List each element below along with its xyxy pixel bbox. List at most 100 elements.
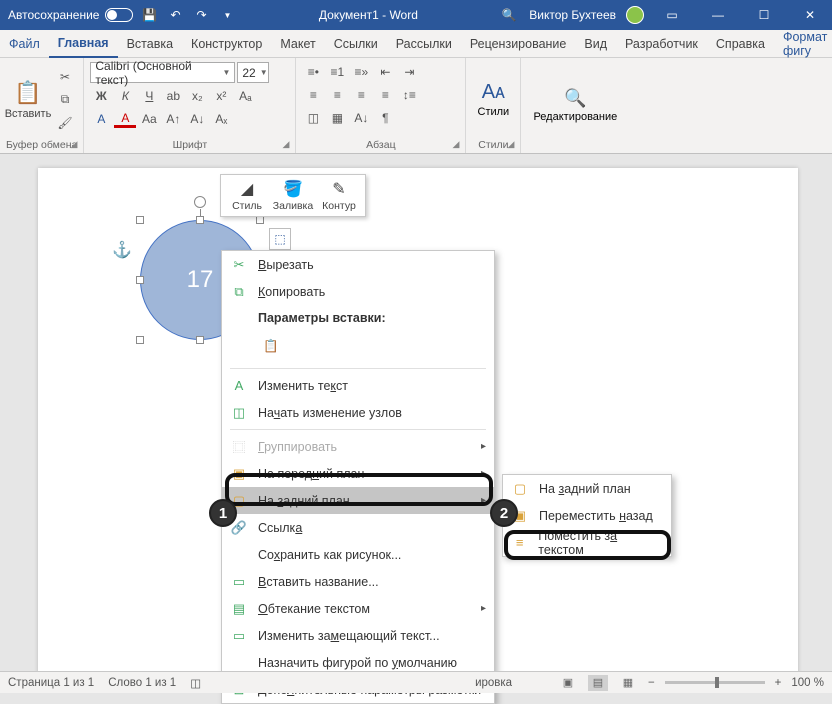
ctx-cut[interactable]: ✂Вырезать bbox=[222, 251, 494, 278]
strike-icon[interactable]: ab bbox=[162, 86, 184, 106]
maximize-icon[interactable]: ☐ bbox=[746, 0, 782, 30]
font-launcher-icon[interactable]: ◢ bbox=[282, 139, 289, 150]
tab-developer[interactable]: Разработчик bbox=[616, 30, 707, 58]
format-painter-icon[interactable]: 🖌 bbox=[54, 113, 76, 133]
save-icon[interactable]: 💾 bbox=[139, 5, 159, 25]
tab-references[interactable]: Ссылки bbox=[325, 30, 387, 58]
copy-icon[interactable]: ⧉ bbox=[54, 90, 76, 110]
layout-options-button[interactable]: ⬚ bbox=[269, 228, 291, 250]
status-language-icon[interactable]: ◫ bbox=[190, 676, 201, 690]
tab-mailings[interactable]: Рассылки bbox=[387, 30, 461, 58]
close-icon[interactable]: ✕ bbox=[792, 0, 828, 30]
zoom-out-button[interactable]: − bbox=[648, 677, 655, 689]
grow-font-icon[interactable]: A↑ bbox=[162, 109, 184, 129]
layout-options-icon: ⬚ bbox=[274, 232, 285, 246]
align-left-icon[interactable]: ≡ bbox=[302, 85, 324, 105]
styles-button[interactable]: Aᴀ Стили bbox=[472, 62, 514, 137]
paragraph-launcher-icon[interactable]: ◢ bbox=[452, 139, 459, 150]
clear-formatting-icon[interactable]: Aₓ bbox=[210, 109, 232, 129]
line-spacing-icon[interactable]: ↕≡ bbox=[398, 85, 420, 105]
align-right-icon[interactable]: ≡ bbox=[350, 85, 372, 105]
shrink-font-icon[interactable]: A↓ bbox=[186, 109, 208, 129]
show-marks-icon[interactable]: ¶ bbox=[374, 108, 396, 128]
ribbon-options-icon[interactable]: ▭ bbox=[654, 0, 690, 30]
superscript-icon[interactable]: x² bbox=[210, 86, 232, 106]
ctx-alt-text[interactable]: ▭Изменить замещающий текст... bbox=[222, 622, 494, 649]
mini-outline-button[interactable]: ✎ Контур bbox=[317, 179, 361, 212]
tab-home[interactable]: Главная bbox=[49, 30, 118, 58]
multilevel-icon[interactable]: ≡» bbox=[350, 62, 372, 82]
ctx-edit-points[interactable]: ◫Начать изменение узлов bbox=[222, 399, 494, 426]
clipboard-launcher-icon[interactable]: ◢ bbox=[70, 139, 77, 150]
resize-handle[interactable] bbox=[136, 336, 144, 344]
tab-insert[interactable]: Вставка bbox=[118, 30, 182, 58]
mini-fill-button[interactable]: 🪣 Заливка bbox=[271, 179, 315, 212]
user-avatar-icon[interactable] bbox=[626, 6, 644, 24]
styles-launcher-icon[interactable]: ◢ bbox=[507, 139, 514, 150]
numbering-icon[interactable]: ≡1 bbox=[326, 62, 348, 82]
editing-button[interactable]: 🔍 Редактирование bbox=[527, 62, 623, 149]
cut-icon[interactable]: ✂ bbox=[54, 67, 76, 87]
tab-shape-format[interactable]: Формат фигу bbox=[774, 30, 832, 58]
ctx-save-picture[interactable]: Сохранить как рисунок... bbox=[222, 541, 494, 568]
autosave-toggle[interactable]: Автосохранение bbox=[8, 8, 133, 22]
search-icon[interactable]: 🔍 bbox=[499, 5, 519, 25]
minimize-icon[interactable]: — bbox=[700, 0, 736, 30]
zoom-slider[interactable] bbox=[665, 681, 765, 684]
sub-behind-text[interactable]: ≡Поместить за текстом bbox=[503, 529, 671, 556]
resize-handle[interactable] bbox=[256, 216, 264, 224]
underline-icon[interactable]: Ч bbox=[138, 86, 160, 106]
sub-send-back[interactable]: ▢На задний план bbox=[503, 475, 671, 502]
ctx-bring-front[interactable]: ▣На передний план▸ bbox=[222, 460, 494, 487]
undo-icon[interactable]: ↶ bbox=[165, 5, 185, 25]
status-page[interactable]: Страница 1 из 1 bbox=[8, 677, 94, 689]
font-name-combo[interactable]: Calibri (Основной текст)▼ bbox=[90, 62, 235, 83]
rotate-handle-icon[interactable] bbox=[194, 196, 206, 208]
resize-handle[interactable] bbox=[136, 276, 144, 284]
resize-handle[interactable] bbox=[136, 216, 144, 224]
qat-dropdown-icon[interactable]: ▼ bbox=[217, 5, 237, 25]
highlight-icon[interactable]: A bbox=[90, 109, 112, 129]
ctx-wrap-text[interactable]: ▤Обтекание текстом▸ bbox=[222, 595, 494, 622]
change-case-icon[interactable]: Aa bbox=[138, 109, 160, 129]
tab-help[interactable]: Справка bbox=[707, 30, 774, 58]
ctx-send-back[interactable]: ▢На задний план▸ bbox=[222, 487, 494, 514]
subscript-icon[interactable]: x₂ bbox=[186, 86, 208, 106]
tab-view[interactable]: Вид bbox=[575, 30, 616, 58]
borders-icon[interactable]: ▦ bbox=[326, 108, 348, 128]
view-focus-icon[interactable]: ▣ bbox=[558, 675, 578, 691]
text-effects-icon[interactable]: Aₐ bbox=[234, 86, 256, 106]
align-center-icon[interactable]: ≡ bbox=[326, 85, 348, 105]
resize-handle[interactable] bbox=[196, 336, 204, 344]
tab-layout[interactable]: Макет bbox=[271, 30, 324, 58]
ctx-copy[interactable]: ⧉Копировать bbox=[222, 278, 494, 305]
sort-icon[interactable]: A↓ bbox=[350, 108, 372, 128]
resize-handle[interactable] bbox=[196, 216, 204, 224]
paste-option-icon[interactable]: 📋 bbox=[258, 333, 284, 359]
user-name[interactable]: Виктор Бухтеев bbox=[529, 8, 616, 22]
tab-review[interactable]: Рецензирование bbox=[461, 30, 576, 58]
status-words[interactable]: Слово 1 из 1 bbox=[108, 677, 176, 689]
view-print-icon[interactable]: ▤ bbox=[588, 675, 608, 691]
font-size-combo[interactable]: 22▼ bbox=[237, 62, 269, 83]
font-color-icon[interactable]: A bbox=[114, 111, 136, 128]
increase-indent-icon[interactable]: ⇥ bbox=[398, 62, 420, 82]
ctx-edit-text[interactable]: AИзменить текст bbox=[222, 372, 494, 399]
mini-style-button[interactable]: ◢ Стиль bbox=[225, 179, 269, 212]
shading-icon[interactable]: ◫ bbox=[302, 108, 324, 128]
tab-design[interactable]: Конструктор bbox=[182, 30, 271, 58]
ctx-link[interactable]: 🔗Ссылка bbox=[222, 514, 494, 541]
redo-icon[interactable]: ↷ bbox=[191, 5, 211, 25]
decrease-indent-icon[interactable]: ⇤ bbox=[374, 62, 396, 82]
italic-icon[interactable]: К bbox=[114, 86, 136, 106]
ctx-insert-caption[interactable]: ▭Вставить название... bbox=[222, 568, 494, 595]
view-web-icon[interactable]: ▦ bbox=[618, 675, 638, 691]
bullets-icon[interactable]: ≡• bbox=[302, 62, 324, 82]
zoom-in-button[interactable]: + bbox=[775, 677, 782, 689]
zoom-level[interactable]: 100 % bbox=[791, 677, 824, 689]
justify-icon[interactable]: ≡ bbox=[374, 85, 396, 105]
sub-send-backward[interactable]: ▣Переместить назад bbox=[503, 502, 671, 529]
tab-file[interactable]: Файл bbox=[0, 30, 49, 58]
paste-button[interactable]: 📋 Вставить bbox=[6, 62, 50, 137]
bold-icon[interactable]: Ж bbox=[90, 86, 112, 106]
